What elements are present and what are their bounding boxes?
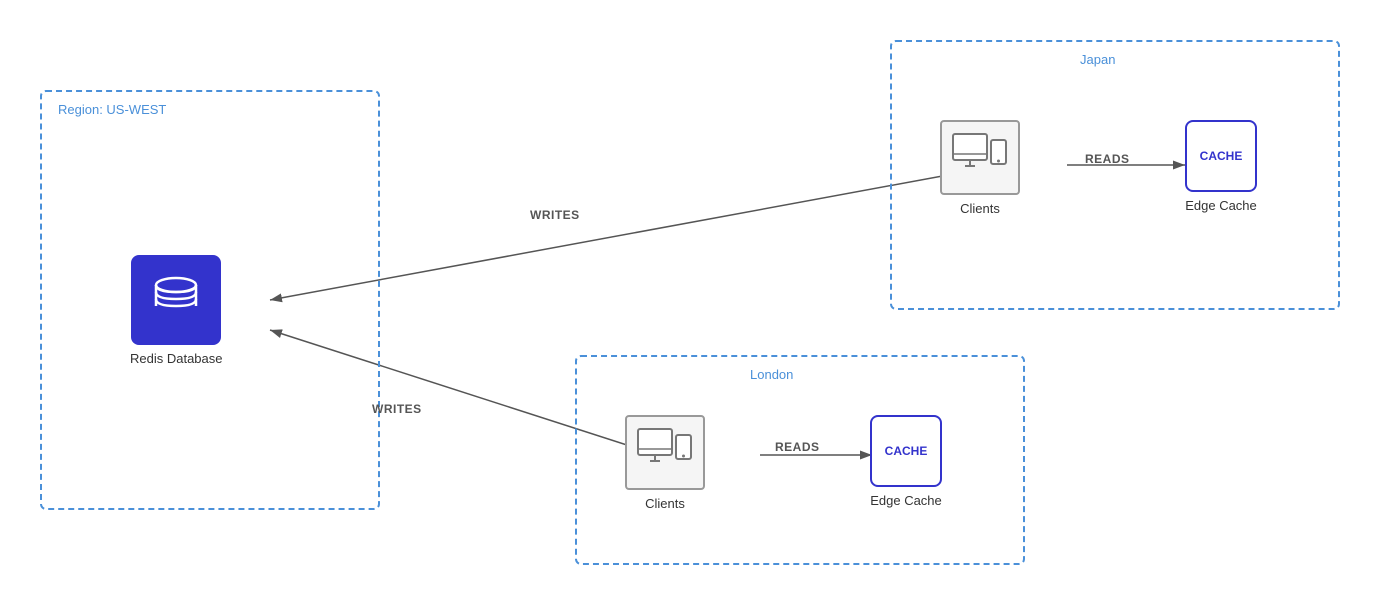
japan-clients-icon	[940, 120, 1020, 195]
reads-japan-label: READS	[1085, 152, 1130, 166]
reads-london-label: READS	[775, 440, 820, 454]
london-cache-node: CACHE Edge Cache	[870, 415, 942, 508]
japan-clients-node: Clients	[940, 120, 1020, 216]
japan-clients-label: Clients	[960, 201, 1000, 216]
redis-node: Redis Database	[130, 255, 223, 366]
japan-cache-label: Edge Cache	[1185, 198, 1257, 213]
london-label: London	[750, 367, 793, 382]
london-cache-icon: CACHE	[870, 415, 942, 487]
japan-cache-node: CACHE Edge Cache	[1185, 120, 1257, 213]
london-clients-node: Clients	[625, 415, 705, 511]
writes-japan-label: WRITES	[530, 208, 580, 222]
london-cache-label: Edge Cache	[870, 493, 942, 508]
japan-cache-icon: CACHE	[1185, 120, 1257, 192]
writes-london-label: WRITES	[372, 402, 422, 416]
london-clients-label: Clients	[645, 496, 685, 511]
japan-label: Japan	[1080, 52, 1115, 67]
diagram-container: Region: US-WEST Redis Database Japan	[0, 0, 1380, 600]
japan-cache-text: CACHE	[1200, 149, 1243, 163]
london-cache-text: CACHE	[885, 444, 928, 458]
london-clients-icon	[625, 415, 705, 490]
redis-label: Redis Database	[130, 351, 223, 366]
redis-icon	[131, 255, 221, 345]
uswest-label: Region: US-WEST	[58, 102, 166, 117]
